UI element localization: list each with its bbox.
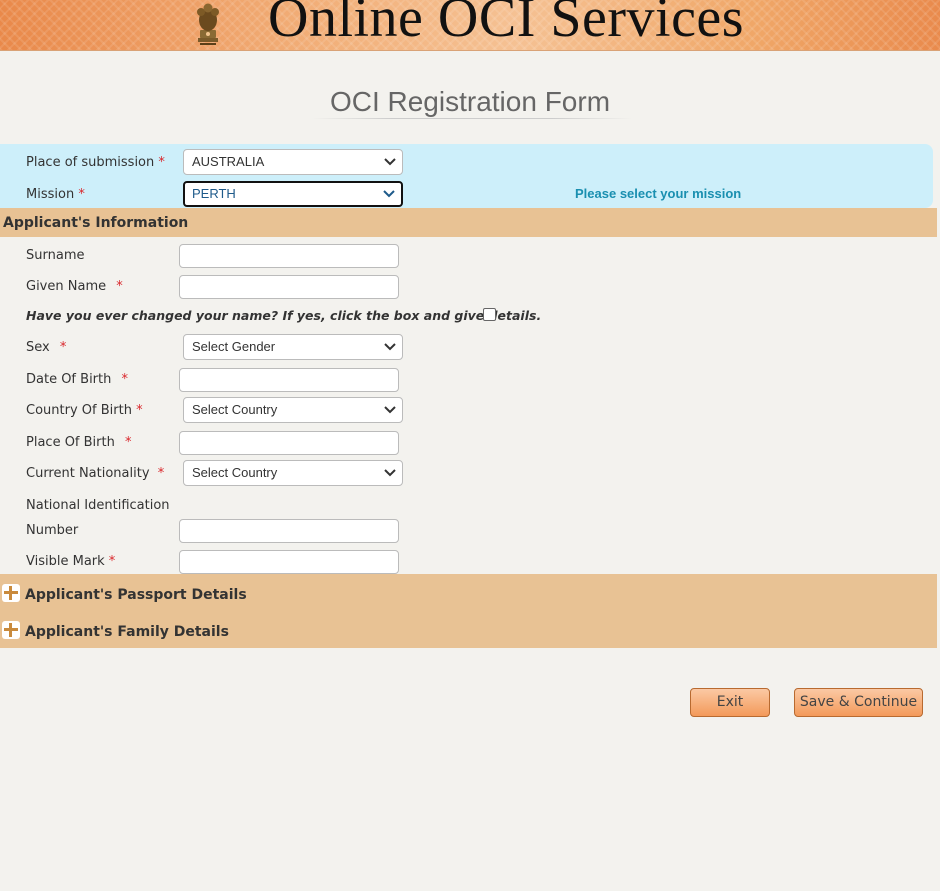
page-title: OCI Registration Form [329,86,611,117]
passport-section-title: Applicant's Passport Details [25,587,247,603]
applicant-info-section-header: Applicant's Information [0,208,937,237]
save-continue-button[interactable]: Save & Continue [794,688,923,717]
nationality-label-text: Current Nationality [26,466,150,481]
given-name-label: Given Name * [26,279,123,294]
place-of-birth-label: Place Of Birth * [26,435,132,450]
dob-label: Date Of Birth * [26,372,128,387]
national-id-label-line1: National Identification [26,498,170,513]
family-section-toggle[interactable]: Applicant's Family Details [0,619,300,645]
visible-mark-label: Visible Mark * [26,554,115,569]
required-marker: * [59,340,67,355]
place-of-submission-text: Place of submission [26,155,155,170]
required-marker: * [116,279,123,294]
country-of-birth-label-text: Country Of Birth [26,403,132,418]
visible-mark-label-text: Visible Mark [26,554,105,569]
required-marker: * [125,435,132,450]
country-of-birth-select[interactable]: Select Country [183,397,403,423]
sex-select[interactable]: Select Gender [183,334,403,360]
submission-panel [0,144,933,208]
required-marker: * [157,466,165,481]
sex-label-text: Sex [26,340,50,355]
national-id-label-line2: Number [26,523,79,538]
place-of-submission-value: AUSTRALIA [192,154,265,169]
place-of-birth-input[interactable] [179,431,399,455]
nationality-label: Current Nationality * [26,466,164,481]
applicant-info-title: Applicant's Information [3,215,189,231]
chevron-down-icon [384,406,396,414]
required-marker: * [136,403,143,418]
nationality-value: Select Country [192,465,278,480]
chevron-down-icon [384,469,396,477]
mission-select[interactable]: PERTH [183,181,403,207]
national-id-input[interactable] [179,519,399,543]
family-section-title: Applicant's Family Details [25,624,229,640]
mission-hint: Please select your mission [575,186,742,201]
mission-value: PERTH [192,186,236,201]
required-marker: * [108,554,116,569]
plus-icon[interactable] [2,621,20,639]
surname-input[interactable] [179,244,399,268]
dob-label-text: Date Of Birth [26,372,112,387]
nationality-select[interactable]: Select Country [183,460,403,486]
country-of-birth-label: Country Of Birth * [26,403,143,418]
national-emblem-icon [197,3,219,45]
place-of-birth-label-text: Place Of Birth [26,435,115,450]
mission-label: Mission * [26,187,85,202]
sex-label: Sex * [26,340,66,355]
visible-mark-input[interactable] [179,550,399,574]
place-of-submission-label: Place of submission * [26,155,165,170]
chevron-down-icon [383,190,395,198]
given-name-label-text: Given Name [26,279,107,294]
name-change-question: Have you ever changed your name? If yes,… [26,308,542,323]
place-of-submission-select[interactable]: AUSTRALIA [183,149,403,175]
given-name-input[interactable] [179,275,399,299]
chevron-down-icon [384,158,396,166]
title-divider [312,118,632,119]
collapsed-sections: Applicant's Passport Details Applicant's… [0,574,937,648]
plus-icon[interactable] [2,584,20,602]
header-banner: Online OCI Services [0,0,940,51]
banner-title: Online OCI Services [268,0,745,49]
required-marker: * [158,155,165,170]
exit-button[interactable]: Exit [690,688,770,717]
passport-section-toggle[interactable]: Applicant's Passport Details [0,582,300,608]
name-change-checkbox[interactable] [483,308,496,321]
surname-label: Surname [26,248,85,263]
sex-value: Select Gender [192,339,276,354]
chevron-down-icon [384,343,396,351]
dob-input[interactable] [179,368,399,392]
required-marker: * [121,372,129,387]
required-marker: * [78,187,85,202]
mission-label-text: Mission [26,187,75,202]
country-of-birth-value: Select Country [192,402,278,417]
